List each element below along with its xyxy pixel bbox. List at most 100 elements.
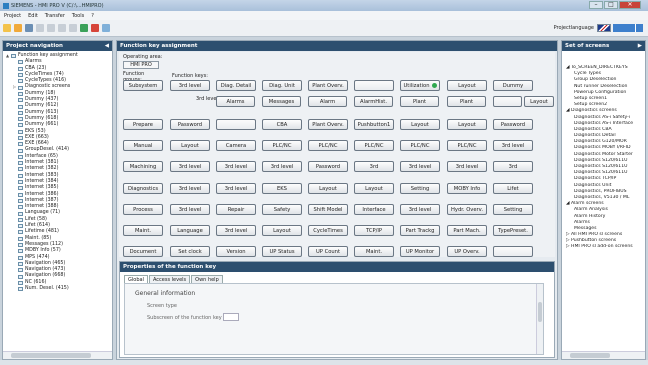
close-button[interactable]: ✕ [619,1,641,9]
new-icon[interactable] [3,24,11,32]
function-key-button[interactable]: 3rd level [447,161,487,172]
function-key-button[interactable]: Repair [216,204,256,215]
function-key-button[interactable]: Set clock [170,246,210,257]
function-key-button[interactable]: 3rd [354,161,394,172]
function-group-button[interactable]: Subsystem [123,80,163,91]
function-key-button[interactable]: Lifet [493,183,533,194]
function-key-button[interactable]: 3rd level [493,140,533,151]
screen-group-item[interactable]: ▷ HMI PRO sl add-on screens [564,244,645,250]
delete-icon[interactable] [69,24,77,32]
subscreen-field[interactable] [223,313,239,321]
function-key-button[interactable]: Layout [447,119,487,130]
function-key-button[interactable]: Password [308,161,348,172]
function-key-button[interactable]: Layout [308,183,348,194]
function-group-button[interactable]: Machining [123,161,163,172]
function-key-button[interactable]: AlarmHist. [354,96,393,107]
expand-icon[interactable]: ▲ [6,53,10,59]
function-key-button[interactable]: 3rd level [170,204,210,215]
function-key-button[interactable]: 3rd level [170,80,210,91]
save-icon[interactable] [25,24,33,32]
function-key-button[interactable]: PLC/NC [354,140,394,151]
menu-edit[interactable]: Edit [28,13,38,19]
function-key-button[interactable]: Layout [524,96,554,107]
function-key-button[interactable]: 3rd level [216,161,256,172]
function-key-button[interactable]: TCP/IP [354,225,394,236]
function-key-button[interactable]: CBA [262,119,302,130]
function-key-button[interactable]: Alarms [216,96,255,107]
function-key-button[interactable]: Setting [493,204,533,215]
function-key-button[interactable]: Interface [354,204,394,215]
function-key-button[interactable] [216,119,256,130]
maximize-button[interactable]: □ [604,1,618,9]
left-horizontal-scrollbar[interactable] [3,351,112,359]
function-key-button[interactable]: 3rd [493,161,533,172]
collapse-left-icon[interactable]: ◀ [105,41,109,51]
function-key-button[interactable]: UP Overv. [447,246,487,257]
menu-transfer[interactable]: Transfer [45,13,65,19]
function-key-button[interactable]: Safety [262,204,302,215]
right-horizontal-scrollbar[interactable] [562,351,645,359]
function-key-button[interactable]: EKS [262,183,302,194]
tools-icon[interactable] [91,24,99,32]
function-key-button[interactable] [354,80,394,91]
function-key-button[interactable]: Plant Overv. [308,80,348,91]
language-dropdown-button[interactable] [635,24,643,32]
menu-project[interactable]: Project [4,13,21,19]
function-key-button[interactable]: Maint. [354,246,394,257]
expand-icon[interactable]: ▷ [13,84,17,90]
compile-icon[interactable] [80,24,88,32]
function-key-button[interactable]: Utilization [400,80,440,91]
function-key-button[interactable]: Layout [447,80,487,91]
minimize-button[interactable]: – [589,1,603,9]
function-key-button[interactable]: Password [170,119,210,130]
copy-icon[interactable] [47,24,55,32]
collapse-right-icon[interactable]: ▶ [638,41,642,51]
language-select[interactable] [613,24,635,32]
function-key-button[interactable]: Language [170,225,210,236]
function-key-button[interactable]: PLC/NC [400,140,440,151]
function-key-button[interactable]: UP Count [308,246,348,257]
function-key-button[interactable]: Messages [262,96,301,107]
tree-item[interactable]: Num. Desel. (415) [6,286,112,292]
function-key-button[interactable]: Diag. Detail [216,80,256,91]
function-key-button[interactable]: Setting [400,183,440,194]
function-key-button[interactable]: Diag. Unit [262,80,302,91]
paste-icon[interactable] [58,24,66,32]
function-key-button[interactable]: 3rd level [170,161,210,172]
operating-area-button[interactable]: HMI PRO [123,61,159,69]
function-key-button[interactable]: Layout [262,225,302,236]
function-key-button[interactable]: UP Status [262,246,302,257]
function-group-button[interactable]: Document [123,246,163,257]
function-key-button[interactable]: 3rd level [170,183,210,194]
function-key-button[interactable]: 3rd level [262,161,302,172]
function-group-button[interactable]: Diagnostics [123,183,163,194]
function-key-button[interactable]: TypePreset. [493,225,533,236]
function-key-button[interactable]: Part Trackg [400,225,440,236]
function-key-button[interactable]: 3rd level [400,161,440,172]
function-key-button[interactable]: MOBY Info [447,183,487,194]
cut-icon[interactable] [36,24,44,32]
function-key-button[interactable]: Dummy [493,80,533,91]
function-key-button[interactable]: Password [493,119,533,130]
function-key-button[interactable] [493,246,533,257]
function-key-button[interactable]: PLC/NC [262,140,302,151]
function-key-button[interactable] [493,96,522,107]
function-key-button[interactable]: UP Monitor [400,246,440,257]
function-key-button[interactable]: Layout [170,140,210,151]
function-key-button[interactable]: Hydr. Overv. [447,204,487,215]
function-key-button[interactable]: 3rd level [400,204,440,215]
function-key-button[interactable]: Part Mach. [447,225,487,236]
menu-tools[interactable]: Tools [72,13,84,19]
function-key-button[interactable]: Version [216,246,256,257]
function-key-button[interactable]: Plant [447,96,486,107]
function-key-button[interactable]: Alarm [308,96,347,107]
function-group-button[interactable]: Maint. [123,225,163,236]
function-key-button[interactable]: Shift Model [308,204,348,215]
function-group-button[interactable]: Manual [123,140,163,151]
function-key-button[interactable]: Layout [354,183,394,194]
open-icon[interactable] [14,24,22,32]
properties-vertical-scrollbar[interactable] [536,284,543,354]
function-group-button[interactable]: Prepare [123,119,163,130]
function-key-button[interactable]: 3rd level [216,183,256,194]
function-key-button[interactable]: Plant [400,96,439,107]
